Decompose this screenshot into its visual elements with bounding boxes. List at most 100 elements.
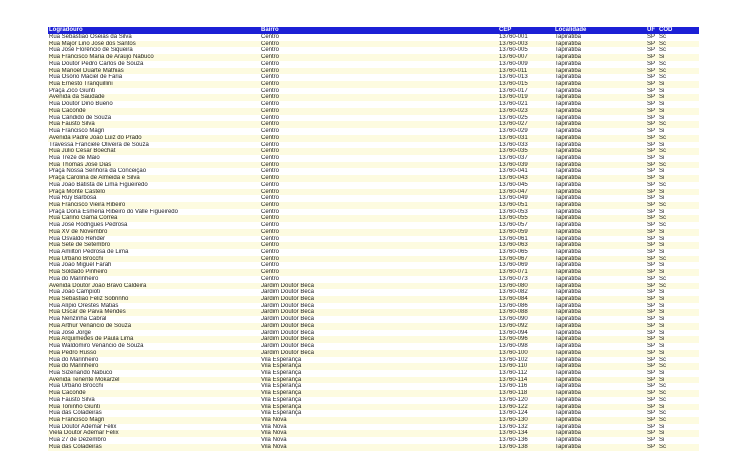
- cod-cell[interactable]: Si: [659, 108, 699, 115]
- cep-cell[interactable]: 13760-041: [499, 168, 555, 175]
- localidade-cell[interactable]: Tapiratiba: [555, 236, 647, 243]
- cep-cell[interactable]: 13760-053: [499, 209, 555, 216]
- uf-cell[interactable]: SP: [647, 81, 659, 88]
- localidade-cell[interactable]: Tapiratiba: [555, 209, 647, 216]
- cep-cell[interactable]: 13760-112: [499, 370, 555, 377]
- cod-cell[interactable]: Si: [659, 54, 699, 61]
- uf-cell[interactable]: SP: [647, 336, 659, 343]
- logradouro-cell[interactable]: Rua Fausto Silva: [48, 397, 261, 404]
- localidade-cell[interactable]: Tapiratiba: [555, 437, 647, 444]
- cod-cell[interactable]: Sc: [659, 148, 699, 155]
- cod-cell[interactable]: Sc: [659, 135, 699, 142]
- cep-cell[interactable]: 13760-049: [499, 195, 555, 202]
- bairro-cell[interactable]: Centro: [261, 41, 499, 48]
- cod-cell[interactable]: Si: [659, 404, 699, 411]
- cep-cell[interactable]: 13760-069: [499, 262, 555, 269]
- logradouro-cell[interactable]: Rua Carino Gama Correa: [48, 215, 261, 222]
- cod-cell[interactable]: Si: [659, 330, 699, 337]
- cod-cell[interactable]: Si: [659, 303, 699, 310]
- cep-cell[interactable]: 13760-134: [499, 430, 555, 437]
- cod-cell[interactable]: Si: [659, 242, 699, 249]
- uf-cell[interactable]: SP: [647, 262, 659, 269]
- cep-cell[interactable]: 13760-138: [499, 444, 555, 451]
- localidade-cell[interactable]: Tapiratiba: [555, 162, 647, 169]
- bairro-cell[interactable]: Centro: [261, 47, 499, 54]
- logradouro-cell[interactable]: Rua João Campioti: [48, 289, 261, 296]
- bairro-cell[interactable]: Centro: [261, 115, 499, 122]
- localidade-cell[interactable]: Tapiratiba: [555, 269, 647, 276]
- cep-cell[interactable]: 13760-071: [499, 269, 555, 276]
- localidade-cell[interactable]: Tapiratiba: [555, 256, 647, 263]
- logradouro-cell[interactable]: Rua José Rodrigues Pedrosa: [48, 222, 261, 229]
- logradouro-cell[interactable]: Avenida da Saudade: [48, 94, 261, 101]
- uf-cell[interactable]: SP: [647, 61, 659, 68]
- cep-cell[interactable]: 13760-122: [499, 404, 555, 411]
- logradouro-cell[interactable]: Viela Doutor Ademar Felix: [48, 430, 261, 437]
- bairro-cell[interactable]: Vila Esperança: [261, 390, 499, 397]
- uf-cell[interactable]: SP: [647, 417, 659, 424]
- cep-cell[interactable]: 13760-029: [499, 128, 555, 135]
- uf-cell[interactable]: SP: [647, 283, 659, 290]
- logradouro-cell[interactable]: Rua XV de Novembro: [48, 229, 261, 236]
- uf-cell[interactable]: SP: [647, 202, 659, 209]
- cep-cell[interactable]: 13760-088: [499, 309, 555, 316]
- bairro-cell[interactable]: Centro: [261, 256, 499, 263]
- uf-cell[interactable]: SP: [647, 175, 659, 182]
- bairro-cell[interactable]: Vila Esperança: [261, 410, 499, 417]
- cep-cell[interactable]: 13760-019: [499, 94, 555, 101]
- logradouro-cell[interactable]: Rua Caconde: [48, 108, 261, 115]
- bairro-cell[interactable]: Jardim Doutor Beca: [261, 289, 499, 296]
- cod-cell[interactable]: Sc: [659, 397, 699, 404]
- uf-cell[interactable]: SP: [647, 444, 659, 451]
- bairro-cell[interactable]: Jardim Doutor Beca: [261, 336, 499, 343]
- cep-cell[interactable]: 13760-001: [499, 34, 555, 41]
- uf-cell[interactable]: SP: [647, 383, 659, 390]
- logradouro-cell[interactable]: Rua 27 de Dezembro: [48, 437, 261, 444]
- cep-cell[interactable]: 13760-090: [499, 316, 555, 323]
- bairro-cell[interactable]: Centro: [261, 215, 499, 222]
- localidade-cell[interactable]: Tapiratiba: [555, 262, 647, 269]
- bairro-cell[interactable]: Centro: [261, 128, 499, 135]
- logradouro-cell[interactable]: Rua Francisco Vieira Ribeiro: [48, 202, 261, 209]
- logradouro-cell[interactable]: Rua das Coladeiras: [48, 444, 261, 451]
- uf-cell[interactable]: SP: [647, 148, 659, 155]
- cep-cell[interactable]: 13760-027: [499, 121, 555, 128]
- bairro-cell[interactable]: Centro: [261, 182, 499, 189]
- uf-cell[interactable]: SP: [647, 162, 659, 169]
- bairro-cell[interactable]: Centro: [261, 74, 499, 81]
- localidade-cell[interactable]: Tapiratiba: [555, 34, 647, 41]
- cep-cell[interactable]: 13760-114: [499, 377, 555, 384]
- cod-cell[interactable]: Si: [659, 316, 699, 323]
- uf-cell[interactable]: SP: [647, 229, 659, 236]
- cep-cell[interactable]: 13760-120: [499, 397, 555, 404]
- localidade-cell[interactable]: Tapiratiba: [555, 229, 647, 236]
- localidade-cell[interactable]: Tapiratiba: [555, 417, 647, 424]
- cod-cell[interactable]: Si: [659, 424, 699, 431]
- cep-cell[interactable]: 13760-118: [499, 390, 555, 397]
- cep-cell[interactable]: 13760-009: [499, 61, 555, 68]
- column-header-logradouro[interactable]: Logradouro: [48, 27, 261, 34]
- cep-cell[interactable]: 13760-102: [499, 357, 555, 364]
- cep-cell[interactable]: 13760-096: [499, 336, 555, 343]
- uf-cell[interactable]: SP: [647, 155, 659, 162]
- cep-cell[interactable]: 13760-063: [499, 242, 555, 249]
- cod-cell[interactable]: Si: [659, 175, 699, 182]
- uf-cell[interactable]: SP: [647, 350, 659, 357]
- cod-cell[interactable]: Si: [659, 437, 699, 444]
- bairro-cell[interactable]: Jardim Doutor Beca: [261, 350, 499, 357]
- cep-cell[interactable]: 13760-003: [499, 41, 555, 48]
- cep-cell[interactable]: 13760-007: [499, 54, 555, 61]
- localidade-cell[interactable]: Tapiratiba: [555, 363, 647, 370]
- cep-cell[interactable]: 13760-021: [499, 101, 555, 108]
- uf-cell[interactable]: SP: [647, 256, 659, 263]
- logradouro-cell[interactable]: Praça Dona Esméria Ribeiro do Valle Figu…: [48, 209, 261, 216]
- cod-cell[interactable]: Sc: [659, 410, 699, 417]
- cod-cell[interactable]: Si: [659, 195, 699, 202]
- cod-cell[interactable]: Si: [659, 336, 699, 343]
- bairro-cell[interactable]: Vila Esperança: [261, 383, 499, 390]
- logradouro-cell[interactable]: Rua Doutor Dino Bueno: [48, 101, 261, 108]
- localidade-cell[interactable]: Tapiratiba: [555, 309, 647, 316]
- bairro-cell[interactable]: Centro: [261, 61, 499, 68]
- cod-cell[interactable]: Sc: [659, 276, 699, 283]
- bairro-cell[interactable]: Centro: [261, 54, 499, 61]
